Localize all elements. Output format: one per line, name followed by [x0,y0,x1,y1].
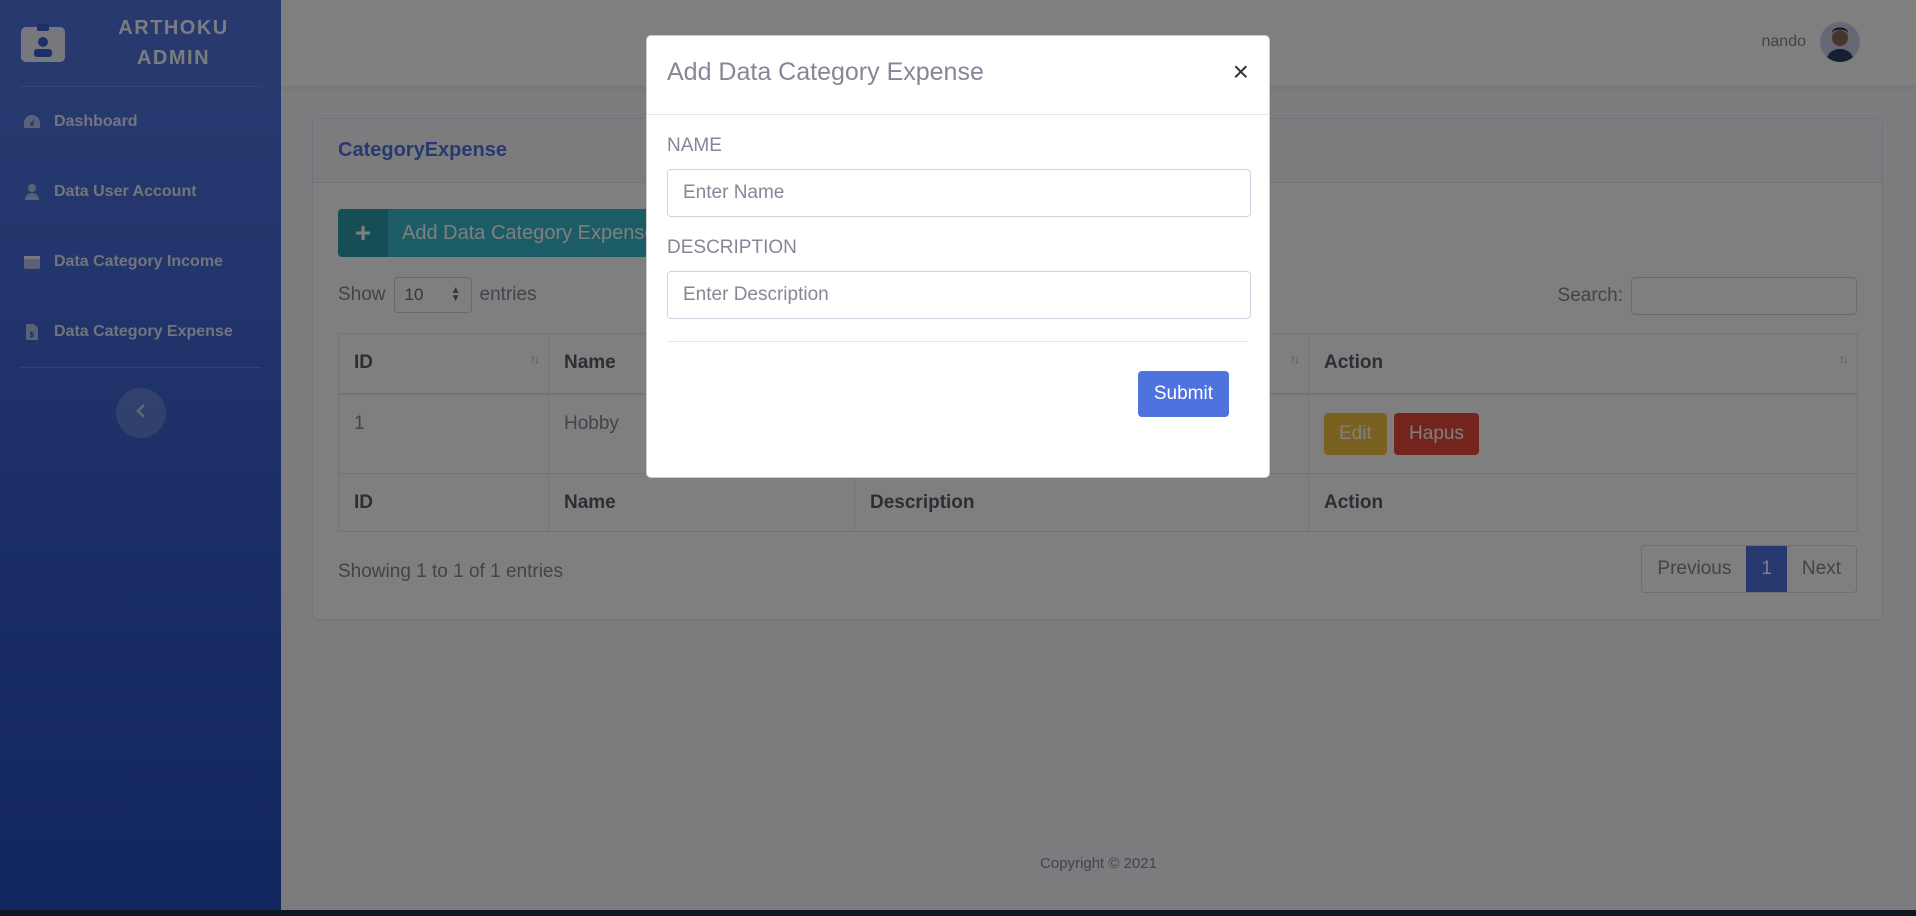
name-input[interactable] [667,169,1251,217]
modal-title: Add Data Category Expense [667,58,984,86]
modal-body: NAME DESCRIPTION [647,115,1269,362]
description-input[interactable] [667,271,1251,319]
submit-button[interactable]: Submit [1137,371,1229,417]
name-label: NAME [667,135,722,156]
close-icon[interactable]: × [1233,56,1249,88]
modal-header: Add Data Category Expense × [647,36,1269,115]
modal-divider [667,341,1249,342]
add-category-expense-modal: Add Data Category Expense × NAME DESCRIP… [646,35,1270,478]
description-label: DESCRIPTION [667,237,797,258]
